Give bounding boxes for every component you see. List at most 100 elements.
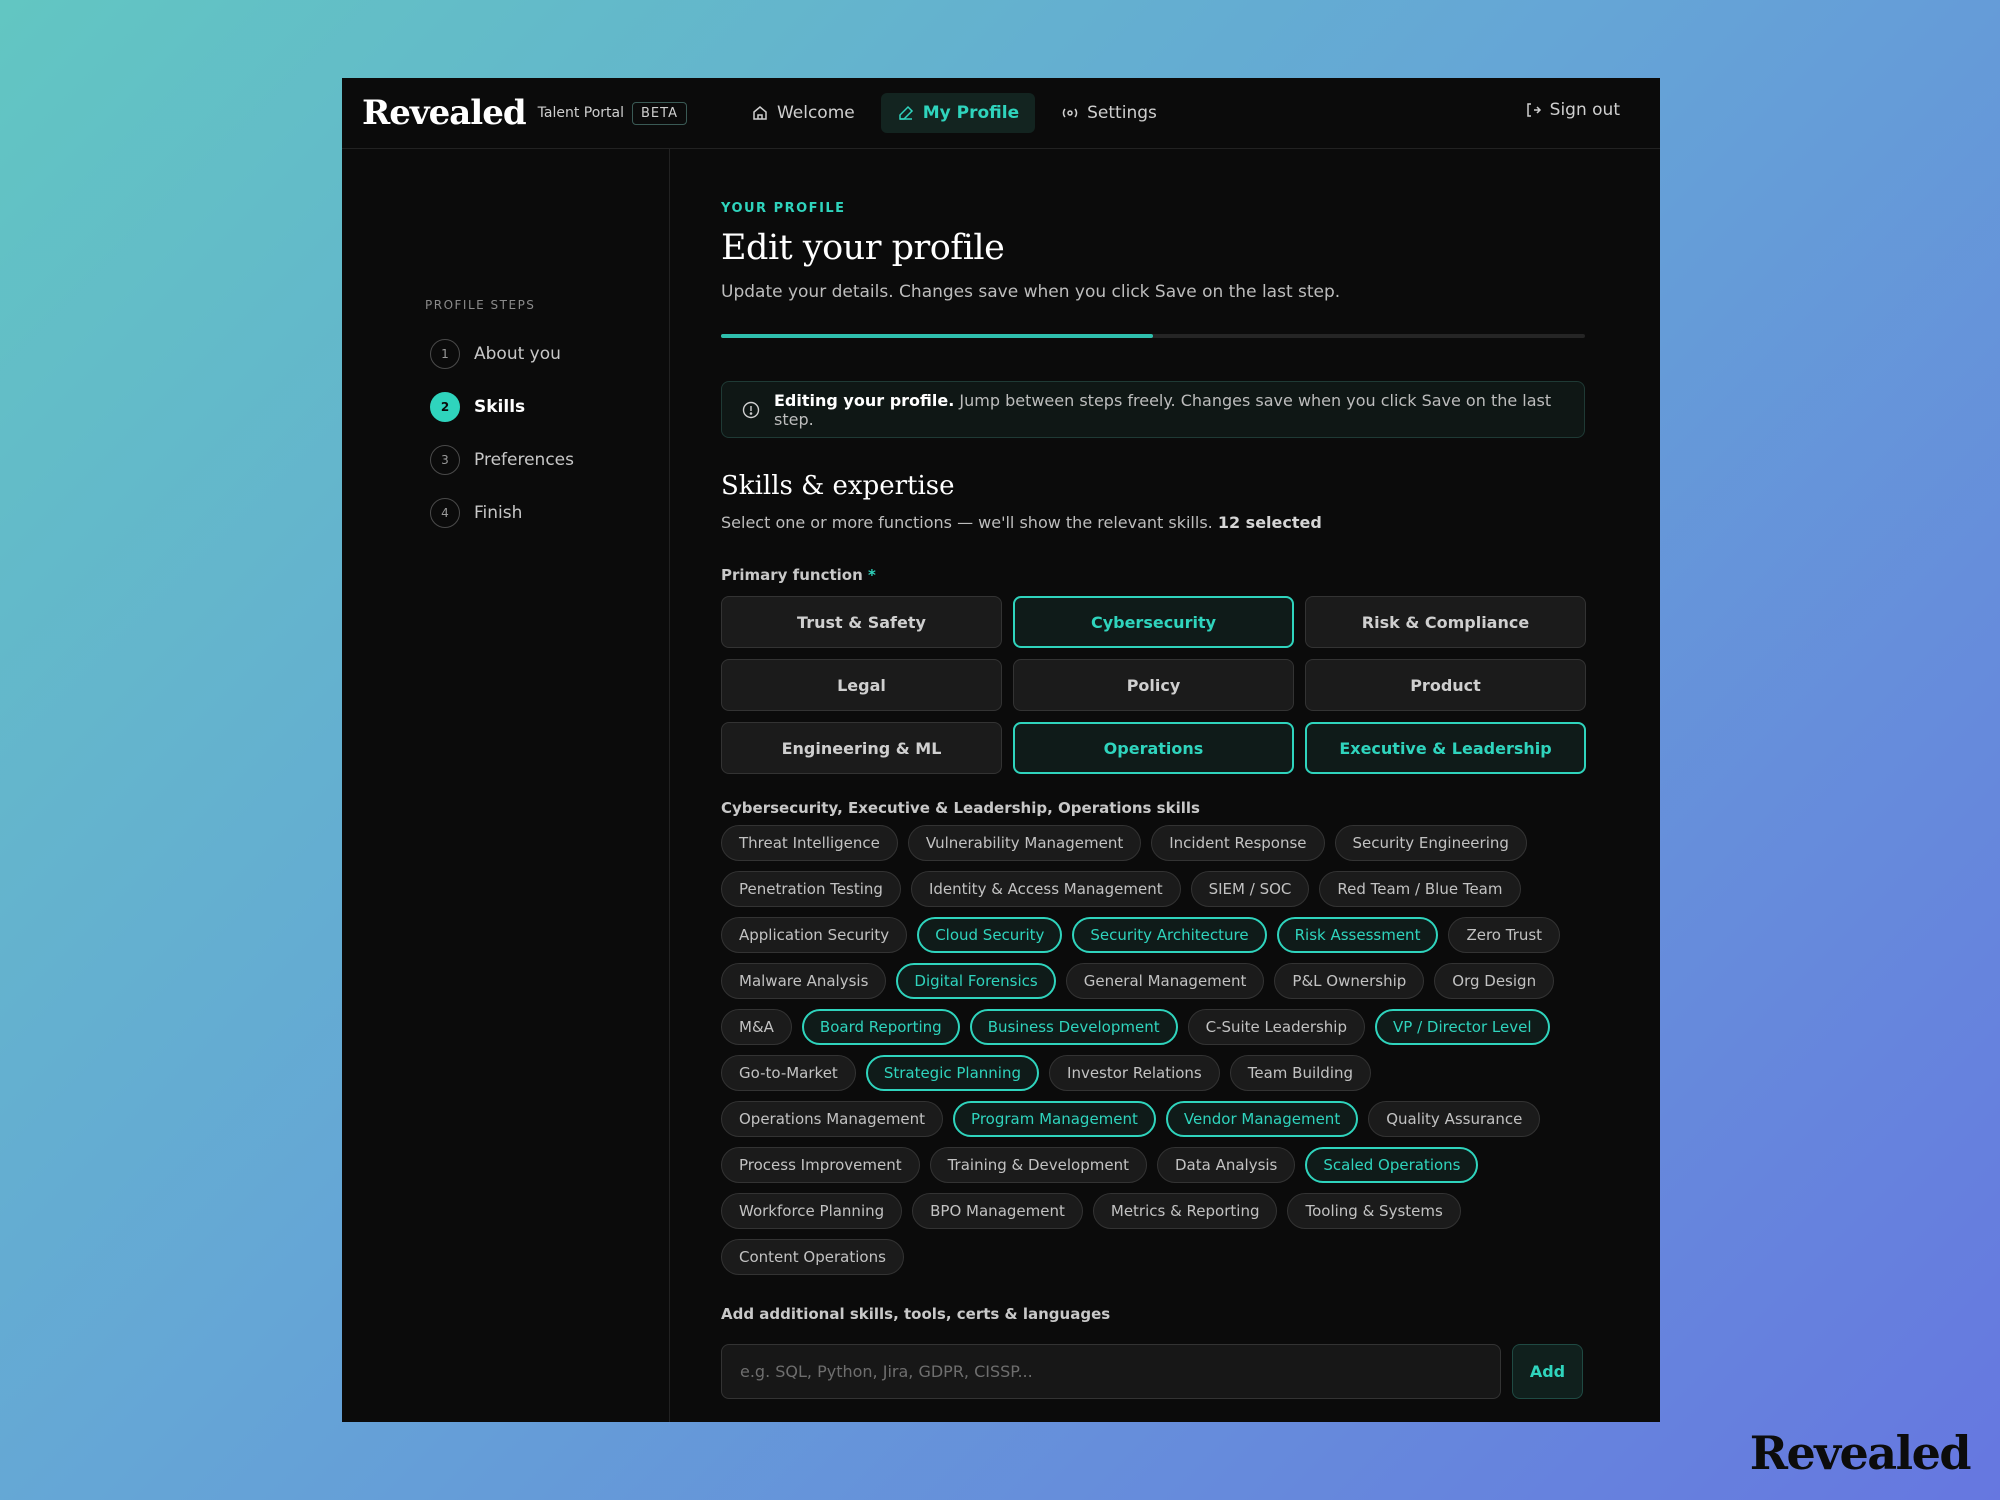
step-number: 3 [430, 445, 460, 475]
skill-chip[interactable]: P&L Ownership [1274, 963, 1425, 999]
skill-chip[interactable]: Threat Intelligence [721, 825, 898, 861]
skill-chip[interactable]: Training & Development [929, 1147, 1147, 1183]
skill-chip[interactable]: Quality Assurance [1368, 1101, 1541, 1137]
edit-icon [898, 105, 913, 120]
nav-my-profile[interactable]: My Profile [880, 93, 1036, 133]
skill-chip[interactable]: Scaled Operations [1305, 1147, 1479, 1183]
notice-text: Editing your profile. Jump between steps… [774, 391, 1564, 429]
skill-chip[interactable]: Program Management [953, 1101, 1156, 1137]
page-subtitle: Update your details. Changes save when y… [721, 282, 1341, 302]
function-option[interactable]: Cybersecurity [1013, 596, 1294, 648]
nav-label: My Profile [922, 103, 1020, 123]
skill-chip[interactable]: M&A [721, 1009, 792, 1045]
step-finish[interactable]: 4 Finish [430, 498, 574, 528]
skill-chip[interactable]: VP / Director Level [1375, 1009, 1550, 1045]
beta-badge: BETA [632, 101, 687, 125]
additional-skills-label: Add additional skills, tools, certs & la… [721, 1305, 1111, 1323]
editing-notice: Editing your profile. Jump between steps… [721, 381, 1585, 438]
nav-settings[interactable]: Settings [1045, 93, 1173, 133]
skill-chip[interactable]: Vendor Management [1165, 1101, 1359, 1137]
skill-chip[interactable]: Security Engineering [1334, 825, 1527, 861]
skill-chip[interactable]: Risk Assessment [1276, 917, 1439, 953]
skill-chip[interactable]: Team Building [1229, 1055, 1372, 1091]
function-option[interactable]: Operations [1013, 722, 1294, 774]
page-title: Edit your profile [721, 228, 1005, 268]
brand-logo[interactable]: Revealed [362, 93, 527, 133]
step-label: About you [474, 344, 561, 364]
skill-chip[interactable]: Security Architecture [1072, 917, 1267, 953]
corner-brand-logo: Revealed [1749, 1426, 1972, 1480]
skill-chip[interactable]: Go-to-Market [721, 1055, 856, 1091]
selected-count: 12 selected [1217, 513, 1322, 532]
primary-function-label: Primary function * [721, 566, 1585, 584]
main-nav: Welcome My Profile Settings [735, 93, 1173, 133]
skill-chip[interactable]: Vulnerability Management [907, 825, 1142, 861]
skill-chip[interactable]: Board Reporting [801, 1009, 960, 1045]
function-option[interactable]: Legal [721, 659, 1002, 711]
skill-chip[interactable]: Org Design [1434, 963, 1555, 999]
function-grid: Trust & Safety Cybersecurity Risk & Compli… [721, 596, 1586, 774]
step-label: Skills [474, 397, 526, 417]
skill-chip[interactable]: Incident Response [1151, 825, 1325, 861]
step-skills[interactable]: 2 Skills [430, 392, 574, 422]
skill-chip[interactable]: Workforce Planning [721, 1193, 903, 1229]
app-window: Revealed Talent Portal BETA Welcome My Pr… [342, 78, 1660, 1422]
profile-steps-list: 1 About you 2 Skills 3 Preferences 4 Finish [430, 339, 574, 551]
function-option[interactable]: Risk & Compliance [1305, 596, 1586, 648]
profile-steps-heading: PROFILE STEPS [425, 298, 536, 312]
skill-chip[interactable]: Content Operations [721, 1239, 904, 1275]
function-option[interactable]: Engineering & ML [721, 722, 1002, 774]
additional-skills-input[interactable] [721, 1344, 1501, 1399]
info-icon [742, 401, 760, 418]
skill-chip[interactable]: Business Development [969, 1009, 1178, 1045]
skill-chip[interactable]: Identity & Access Management [910, 871, 1181, 907]
step-about-you[interactable]: 1 About you [430, 339, 574, 369]
section-subtitle: Select one or more functions — we'll sho… [721, 513, 1585, 532]
step-preferences[interactable]: 3 Preferences [430, 445, 574, 475]
section-title: Skills & expertise [721, 471, 955, 501]
page-eyebrow: YOUR PROFILE [721, 201, 846, 216]
skill-chip[interactable]: Malware Analysis [721, 963, 887, 999]
skill-chip[interactable]: BPO Management [912, 1193, 1083, 1229]
skill-chip[interactable]: Data Analysis [1156, 1147, 1296, 1183]
skill-chip[interactable]: Digital Forensics [896, 963, 1056, 999]
sign-out-link[interactable]: Sign out [1524, 100, 1620, 120]
sign-out-label: Sign out [1549, 100, 1620, 120]
skill-chip[interactable]: Cloud Security [917, 917, 1063, 953]
skill-chip[interactable]: Investor Relations [1049, 1055, 1220, 1091]
nav-welcome[interactable]: Welcome [735, 93, 871, 133]
function-option[interactable]: Product [1305, 659, 1586, 711]
primary-function-label-text: Primary function [721, 566, 863, 584]
function-option[interactable]: Executive & Leadership [1305, 722, 1586, 774]
nav-label: Settings [1087, 103, 1157, 123]
skills-label: Cybersecurity, Executive & Leadership, O… [721, 799, 1200, 817]
skill-chip[interactable]: Zero Trust [1448, 917, 1561, 953]
step-number: 2 [430, 392, 460, 422]
skill-chip[interactable]: Tooling & Systems [1287, 1193, 1461, 1229]
top-navigation-bar: Revealed Talent Portal BETA Welcome My Pr… [342, 78, 1660, 149]
skill-chip[interactable]: Red Team / Blue Team [1319, 871, 1521, 907]
add-skill-button[interactable]: Add [1512, 1344, 1583, 1399]
skill-chip[interactable]: Application Security [721, 917, 908, 953]
function-option[interactable]: Policy [1013, 659, 1294, 711]
notice-bold: Editing your profile. [774, 390, 955, 410]
required-mark: * [868, 566, 876, 584]
skill-chip[interactable]: Penetration Testing [721, 871, 901, 907]
skill-chip[interactable]: C-Suite Leadership [1187, 1009, 1365, 1045]
step-number: 4 [430, 498, 460, 528]
step-label: Preferences [474, 450, 574, 470]
section-subtitle-text: Select one or more functions — we'll sho… [721, 513, 1218, 532]
function-option[interactable]: Trust & Safety [721, 596, 1002, 648]
skill-chip[interactable]: Metrics & Reporting [1092, 1193, 1278, 1229]
skill-chip[interactable]: SIEM / SOC [1190, 871, 1310, 907]
step-number: 1 [430, 339, 460, 369]
nav-label: Welcome [776, 103, 855, 123]
progress-bar [721, 334, 1585, 338]
main-content: YOUR PROFILE Edit your profile Update yo… [721, 149, 1586, 1399]
portal-label: Talent Portal [537, 105, 624, 121]
skill-chip[interactable]: Strategic Planning [865, 1055, 1040, 1091]
skill-chip[interactable]: Operations Management [721, 1101, 944, 1137]
skill-chip[interactable]: General Management [1065, 963, 1265, 999]
skill-chip[interactable]: Process Improvement [721, 1147, 920, 1183]
home-icon [753, 106, 767, 120]
